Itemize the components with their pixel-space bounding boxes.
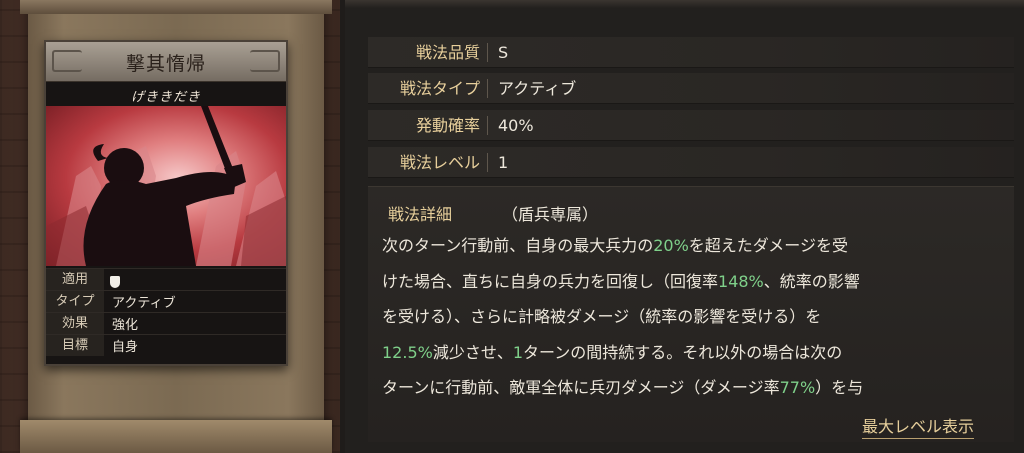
warrior-silhouette-icon <box>46 106 286 266</box>
max-level-link[interactable]: 最大レベル表示 <box>862 413 975 439</box>
info-row-type: タイプ アクティブ <box>46 290 286 312</box>
detail-text-segment: 、統率の影響 <box>763 271 860 291</box>
detail-value-highlight: 148% <box>718 271 764 291</box>
stat-value: 40% <box>498 116 534 135</box>
stat-divider <box>487 43 488 62</box>
detail-text-segment: けた場合、直ちに自身の兵力を回復し（回復率 <box>382 271 719 291</box>
info-row-apply: 適用 <box>46 268 286 290</box>
info-row-effect: 効果 強化 <box>46 312 286 334</box>
detail-line: 12.5%減少させ、1ターンの間持続する。それ以外の場合は次の <box>382 335 1012 371</box>
stat-key: 戦法レベル <box>399 153 480 172</box>
stat-key: 戦法品質 <box>415 43 480 62</box>
detail-value-highlight: 12.5% <box>382 342 433 362</box>
detail-value-highlight: 77% <box>779 378 816 397</box>
info-value: 強化 <box>112 318 139 333</box>
detail-text-segment: ターンに行動前、敵軍全体に兵刃ダメージ（ダメージ率 <box>382 378 780 397</box>
stat-divider <box>487 153 488 172</box>
info-row-target: 目標 自身 <box>46 334 286 356</box>
stat-key: 発動確率 <box>415 116 480 135</box>
detail-description: 次のターン行動前、自身の最大兵力の20%を超えたダメージを受 けた場合、直ちに自身… <box>382 228 1012 406</box>
stat-row-rate: 発動確率 40% <box>368 110 1014 141</box>
stat-row-level: 戦法レベル 1 <box>368 147 1014 178</box>
detail-value-highlight: 1 <box>512 342 524 362</box>
tactic-detail-box: 戦法詳細 （盾兵専属） 次のターン行動前、自身の最大兵力の20%を超えたダメージ… <box>368 186 1014 442</box>
detail-line: を受ける）、さらに計略被ダメージ（統率の影響を受ける）を <box>382 299 1012 335</box>
card-artwork <box>46 106 286 266</box>
detail-text-segment: 次のターン行動前、自身の最大兵力の <box>382 236 654 255</box>
info-key: 適用 <box>46 269 104 290</box>
stat-row-quality: 戦法品質 S <box>368 37 1014 68</box>
stat-row-type: 戦法タイプ アクティブ <box>368 73 1014 104</box>
detail-text-segment: を受ける）、さらに計略被ダメージ（統率の影響を受ける）を <box>382 307 822 326</box>
stat-divider <box>487 79 488 98</box>
info-value: アクティブ <box>112 296 176 311</box>
detail-value-highlight: 20% <box>653 236 689 255</box>
detail-text-segment: を超えたダメージを受 <box>688 236 848 255</box>
detail-text-segment: ）を与 <box>815 378 864 397</box>
stat-value: S <box>498 43 509 62</box>
stat-key: 戦法タイプ <box>399 79 480 98</box>
info-key: 効果 <box>46 313 104 334</box>
detail-line: けた場合、直ちに自身の兵力を回復し（回復率148%、統率の影響 <box>382 264 1012 300</box>
detail-heading: 戦法詳細 <box>388 205 453 224</box>
card-title-bar: 撃其惰帰 <box>46 42 286 82</box>
detail-text-segment: ターンの間持続する。それ以外の場合は次の <box>523 342 843 362</box>
card-title: 撃其惰帰 <box>125 53 206 75</box>
info-value: 自身 <box>112 340 139 355</box>
card-reading: げききだき <box>130 90 201 105</box>
info-key: タイプ <box>46 291 104 312</box>
stat-value: アクティブ <box>498 79 577 98</box>
scroll-top-rod <box>20 0 332 14</box>
detail-text-segment: 減少させ、 <box>432 342 513 362</box>
info-key: 目標 <box>46 335 104 356</box>
detail-tag: （盾兵専属） <box>502 205 599 224</box>
detail-line: ターンに行動前、敵軍全体に兵刃ダメージ（ダメージ率77%）を与 <box>382 370 1012 406</box>
panel-top-border <box>345 0 1024 8</box>
scroll-bottom-rod <box>20 420 332 453</box>
card-info-table: 適用 タイプ アクティブ 効果 強化 目標 自身 <box>46 268 286 356</box>
tactic-card[interactable]: 撃其惰帰 げききだき 適用 タイプ アクティブ 効果 強化 目標 自身 <box>44 40 288 366</box>
stat-value: 1 <box>498 153 509 172</box>
stat-divider <box>487 116 488 135</box>
shield-icon <box>110 276 120 288</box>
detail-line: 次のターン行動前、自身の最大兵力の20%を超えたダメージを受 <box>382 228 1012 264</box>
